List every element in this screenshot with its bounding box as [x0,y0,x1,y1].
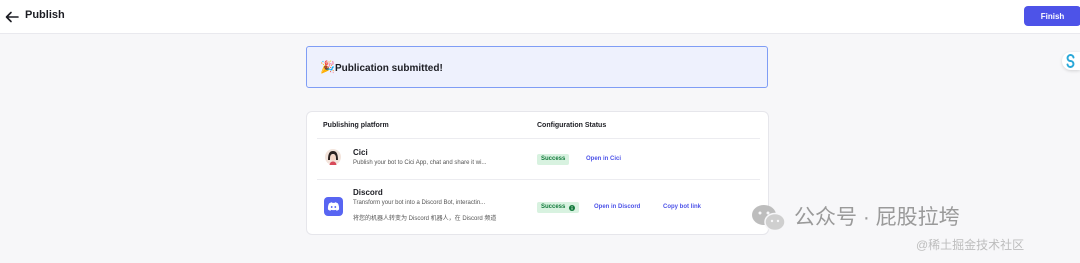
watermark-line-1: 公众号 · 屁股拉垮 [794,206,960,229]
top-bar: Publish Finish [0,0,1080,34]
party-popper-icon: 🎉 [320,60,335,74]
copy-bot-link[interactable]: Copy bot link [663,204,701,210]
finish-button[interactable]: Finish [1024,6,1080,26]
open-in-cici-link[interactable]: Open in Cici [586,156,621,162]
watermark-line-2: @稀土掘金技术社区 [916,238,1025,252]
banner-message: Publication submitted! [335,63,443,74]
row-divider [317,179,760,180]
column-header-platform: Publishing platform [323,122,389,129]
floating-assistant-button[interactable] [1062,52,1080,70]
platforms-table: Publishing platform Configuration Status… [306,111,769,235]
open-in-discord-link[interactable]: Open in Discord [594,204,640,210]
assistant-icon [1066,54,1075,68]
platform-description-discord-cn: 将您的机器人转变为 Discord 机器人，在 Discord 频道 [353,216,497,222]
status-badge-cici: Success [537,154,570,165]
header-divider [317,138,760,139]
wechat-watermark-icon [752,205,786,232]
page-title: Publish [25,9,65,21]
discord-logo-icon [324,197,343,216]
platform-name-cici: Cici [353,148,368,157]
platform-description-discord: Transform your bot into a Discord Bot, i… [353,200,486,206]
info-icon[interactable] [569,204,576,211]
column-header-status: Configuration Status [537,122,607,129]
status-badge-discord: Success [537,202,580,213]
cici-avatar-icon [325,149,341,165]
platform-name-discord: Discord [353,188,383,197]
back-arrow-icon[interactable] [3,8,21,26]
status-label: Success [541,204,566,210]
platform-description-cici: Publish your bot to Cici App, chat and s… [353,160,487,166]
success-banner: 🎉 Publication submitted! [306,46,768,88]
